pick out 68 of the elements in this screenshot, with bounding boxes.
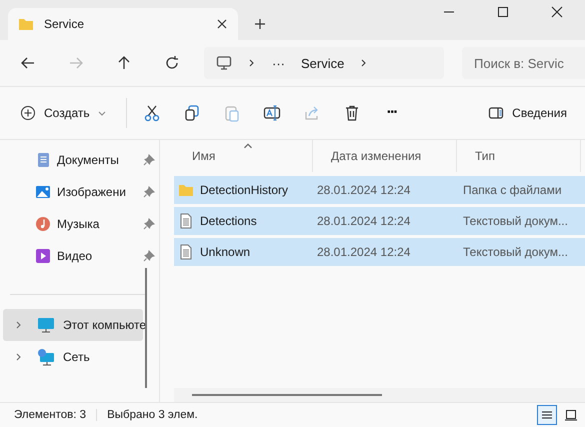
file-name: DetectionHistory	[200, 183, 288, 197]
document-icon	[35, 152, 51, 168]
new-tab-icon[interactable]	[254, 18, 266, 30]
file-row[interactable]: DetectionHistory 28.01.2024 12:24 Папка с файлами	[174, 176, 585, 204]
breadcrumb[interactable]: Service	[301, 56, 344, 70]
window-tab[interactable]: Service	[8, 8, 238, 40]
create-button[interactable]: Создать	[16, 101, 110, 125]
file-row[interactable]: Detections 28.01.2024 12:24 Текстовый докум...	[174, 207, 585, 235]
network-icon	[37, 348, 55, 366]
cut-icon[interactable]	[142, 104, 161, 122]
details-pane-icon	[488, 105, 504, 121]
date-cell-text: 28.01.2024 12:24	[316, 245, 412, 259]
details-button[interactable]: Сведения	[484, 101, 571, 125]
copy-icon[interactable]	[182, 104, 201, 122]
plus-circle-icon	[20, 105, 36, 121]
music-icon	[35, 216, 51, 232]
file-name: Detections	[200, 214, 257, 228]
date-cell-text: 28.01.2024 12:24	[316, 214, 412, 228]
type-cell-text: Текстовый докум...	[462, 245, 569, 259]
file-name: Unknown	[200, 245, 250, 259]
tree-item[interactable]: Этот компьюте	[3, 309, 143, 341]
refresh-icon[interactable]	[164, 55, 180, 71]
folder-icon	[18, 16, 34, 32]
monitor-icon	[37, 316, 55, 334]
more-button[interactable]: ···	[382, 104, 401, 122]
type-cell-text: Папка с файлами	[462, 183, 563, 197]
folder-icon	[178, 182, 194, 198]
chevron-icon	[360, 59, 368, 67]
text-file-icon	[178, 244, 194, 260]
address-field[interactable]: ··· Service	[204, 47, 444, 79]
sidebar-label: Музыка	[57, 217, 100, 231]
close-icon[interactable]	[551, 6, 563, 18]
details-view-button[interactable]	[537, 405, 557, 425]
picture-icon	[35, 184, 51, 200]
sidebar-label: Изображени	[57, 185, 127, 199]
expand-chevron-icon[interactable]	[15, 353, 23, 361]
back-arrow-icon[interactable]	[20, 55, 36, 71]
text-file-icon	[178, 213, 194, 229]
sidebar-item[interactable]: Музыка	[0, 208, 159, 240]
column-header[interactable]: Дата изменения	[313, 140, 457, 172]
tree-item[interactable]: Сеть	[3, 341, 143, 373]
sidebar-item[interactable]: Изображени	[0, 176, 159, 208]
tab-title: Service	[44, 17, 86, 31]
chevron-icon	[248, 59, 256, 67]
video-icon	[35, 248, 51, 264]
breadcrumb-overflow[interactable]: ···	[272, 56, 285, 70]
monitor-icon	[216, 55, 232, 71]
sidebar-item[interactable]: Видео	[0, 240, 159, 272]
sort-caret-icon	[243, 142, 253, 149]
up-arrow-icon[interactable]	[116, 55, 132, 71]
selection-count: Выбрано 3 элем.	[96, 409, 198, 421]
type-cell-text: Текстовый докум...	[462, 214, 569, 228]
column-header[interactable]: Имя	[174, 140, 313, 172]
dropdown-caret-icon	[98, 109, 106, 117]
close-tab-icon[interactable]	[216, 18, 228, 30]
file-row[interactable]: Unknown 28.01.2024 12:24 Текстовый докум...	[174, 238, 585, 266]
tiles-icon	[565, 409, 577, 421]
sidebar-label: Видео	[57, 249, 94, 263]
item-count: Элементов: 3	[14, 409, 86, 421]
sidebar-label: Документы	[57, 153, 120, 167]
date-cell-text: 28.01.2024 12:24	[316, 183, 412, 197]
maximize-icon[interactable]	[497, 6, 509, 18]
expand-chevron-icon[interactable]	[15, 321, 23, 329]
rename-icon[interactable]	[262, 104, 281, 122]
column-header[interactable]: Тип	[457, 140, 581, 172]
list-icon	[541, 409, 553, 421]
search-field[interactable]: Поиск в: Servic	[462, 47, 585, 79]
sidebar-item[interactable]: Документы	[0, 144, 159, 176]
